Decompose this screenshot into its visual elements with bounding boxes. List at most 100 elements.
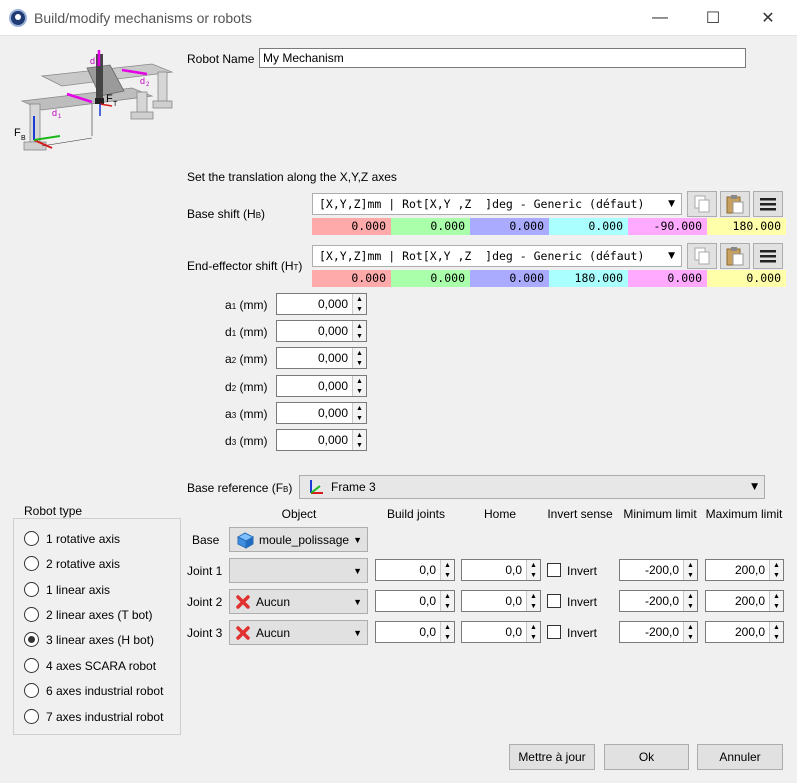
robot-type-option-4[interactable]: 2 linear axes (T bot)	[24, 607, 153, 622]
end-effector-rz-value[interactable]: 0.000	[707, 270, 786, 287]
joint-2-max-input[interactable]: 200,0 ▲ ▼	[705, 590, 784, 612]
update-button[interactable]: Mettre à jour	[509, 744, 595, 770]
base-reference-select[interactable]: Frame 3 ▼	[299, 475, 765, 499]
robot-type-option-8[interactable]: 7 axes industrial robot	[24, 709, 163, 724]
paste-icon	[726, 195, 744, 214]
base-shift-rz-value[interactable]: 180.000	[707, 218, 786, 235]
end-effector-z-value[interactable]: 0.000	[470, 270, 549, 287]
minimize-button[interactable]: —	[637, 0, 683, 36]
robot-name-input[interactable]: My Mechanism	[259, 48, 746, 68]
joint-1-invert-checkbox[interactable]	[547, 563, 561, 577]
base-shift-paste-button[interactable]	[720, 191, 750, 217]
end-effector-rx-value[interactable]: 180.000	[549, 270, 628, 287]
diagram-label-d3: d	[90, 56, 95, 66]
param-d1-input[interactable]: 0,000 ▲ ▼	[276, 320, 367, 342]
end-effector-menu-button[interactable]	[753, 243, 783, 269]
joint-1-object-select[interactable]: ▼	[229, 558, 368, 583]
header-object: Object	[281, 507, 317, 521]
joint-3-home-input[interactable]: 0,0 ▲ ▼	[461, 621, 541, 643]
robot-type-option-2[interactable]: 2 rotative axis	[24, 556, 120, 571]
frame-icon	[310, 480, 323, 494]
radio-button	[24, 607, 39, 622]
cancel-button[interactable]: Annuler	[697, 744, 783, 770]
radio-button	[24, 658, 39, 673]
joint-1-home-input[interactable]: 0,0 ▲ ▼	[461, 559, 541, 581]
end-effector-paste-button[interactable]	[720, 243, 750, 269]
param-d3-input[interactable]: 0,000 ▲ ▼	[276, 429, 367, 451]
spin-down-icon: ▼	[356, 414, 363, 422]
joint-3-object-select[interactable]: Aucun ▼	[229, 620, 368, 645]
joint-2-invert-checkbox[interactable]	[547, 594, 561, 608]
robot-type-option-5[interactable]: 3 linear axes (H bot)	[24, 632, 154, 647]
base-object-select[interactable]: moule_polissage ▼	[229, 527, 368, 552]
spin-down-icon: ▼	[356, 332, 363, 340]
joint-2-label: Joint 2	[187, 595, 223, 609]
spin-up-icon: ▲	[356, 431, 363, 439]
diagram-label-d1-sub: 1	[58, 114, 62, 120]
header-invert-sense: Invert sense	[547, 507, 613, 521]
diagram-label-fb-sub: B	[21, 135, 26, 142]
maximize-button[interactable]: ☐	[690, 0, 736, 36]
base-shift-label: Base shift (HB)	[187, 207, 266, 221]
base-shift-format-select[interactable]: [X,Y,Z]mm | Rot[X,Y ,Z ]deg - Generic (d…	[312, 193, 682, 215]
spin-up-icon: ▲	[356, 349, 363, 357]
radio-button	[24, 556, 39, 571]
translation-section-title: Set the translation along the X,Y,Z axes	[187, 170, 397, 184]
joint-2-home-input[interactable]: 0,0 ▲ ▼	[461, 590, 541, 612]
red-x-icon	[236, 625, 250, 640]
param-a2-label: a2 (mm)	[225, 352, 268, 366]
end-effector-y-value[interactable]: 0.000	[391, 270, 470, 287]
robot-diagram-image: F B F T d 1 d 2 d 3	[14, 50, 174, 151]
base-shift-rx-value[interactable]: 0.000	[549, 218, 628, 235]
joint-3-label: Joint 3	[187, 626, 223, 640]
radio-button	[24, 582, 39, 597]
end-effector-ry-value[interactable]: 0.000	[628, 270, 707, 287]
title-bar: Build/modify mechanisms or robots — ☐ ✕	[0, 0, 797, 36]
param-a1-input[interactable]: 0,000 ▲ ▼	[276, 293, 367, 315]
close-button[interactable]: ✕	[745, 0, 791, 36]
joint-3-build-input[interactable]: 0,0 ▲ ▼	[375, 621, 455, 643]
end-effector-copy-button[interactable]	[687, 243, 717, 269]
spin-up-icon: ▲	[356, 404, 363, 412]
header-home: Home	[483, 507, 516, 521]
radio-button	[24, 709, 39, 724]
joint-2-min-input[interactable]: -200,0 ▲ ▼	[619, 590, 698, 612]
joint-3-invert-label: Invert	[567, 626, 598, 640]
spin-up-icon: ▲	[356, 295, 363, 303]
joint-2-build-input[interactable]: 0,0 ▲ ▼	[375, 590, 455, 612]
end-effector-shift-label: End-effector shift (HT)	[187, 259, 303, 273]
copy-icon	[694, 247, 710, 265]
param-d2-input[interactable]: 0,000 ▲ ▼	[276, 375, 367, 397]
robot-type-title: Robot type	[22, 504, 85, 518]
joint-1-min-input[interactable]: -200,0 ▲ ▼	[619, 559, 698, 581]
joint-3-invert-checkbox[interactable]	[547, 625, 561, 639]
base-shift-copy-button[interactable]	[687, 191, 717, 217]
param-a2-input[interactable]: 0,000 ▲ ▼	[276, 347, 367, 369]
base-shift-z-value[interactable]: 0.000	[470, 218, 549, 235]
param-a1-label: a1 (mm)	[225, 298, 268, 312]
ok-button[interactable]: Ok	[604, 744, 689, 770]
joint-1-build-input[interactable]: 0,0 ▲ ▼	[375, 559, 455, 581]
joint-3-max-input[interactable]: 200,0 ▲ ▼	[705, 621, 784, 643]
end-effector-x-value[interactable]: 0.000	[312, 270, 391, 287]
base-shift-ry-value[interactable]: -90.000	[628, 218, 707, 235]
robot-type-option-6[interactable]: 4 axes SCARA robot	[24, 658, 156, 673]
robot-type-option-1[interactable]: 1 rotative axis	[24, 531, 120, 546]
base-shift-menu-button[interactable]	[753, 191, 783, 217]
param-d3-label: d3 (mm)	[225, 434, 268, 448]
joint-1-max-input[interactable]: 200,0 ▲ ▼	[705, 559, 784, 581]
robot-type-option-3[interactable]: 1 linear axis	[24, 582, 110, 597]
end-effector-format-select[interactable]: [X,Y,Z]mm | Rot[X,Y ,Z ]deg - Generic (d…	[312, 245, 682, 267]
menu-icon	[760, 198, 776, 211]
param-a3-input[interactable]: 0,000 ▲ ▼	[276, 402, 367, 424]
joint-3-min-input[interactable]: -200,0 ▲ ▼	[619, 621, 698, 643]
robot-type-option-7[interactable]: 6 axes industrial robot	[24, 683, 163, 698]
base-shift-y-value[interactable]: 0.000	[391, 218, 470, 235]
window-title: Build/modify mechanisms or robots	[34, 10, 252, 26]
diagram-label-ft-sub: T	[113, 101, 118, 108]
paste-icon	[726, 247, 744, 266]
joint-2-object-select[interactable]: Aucun ▼	[229, 589, 368, 614]
diagram-label-d2: d	[140, 76, 145, 86]
diagram-label-ft: F	[106, 93, 113, 105]
base-shift-x-value[interactable]: 0.000	[312, 218, 391, 235]
